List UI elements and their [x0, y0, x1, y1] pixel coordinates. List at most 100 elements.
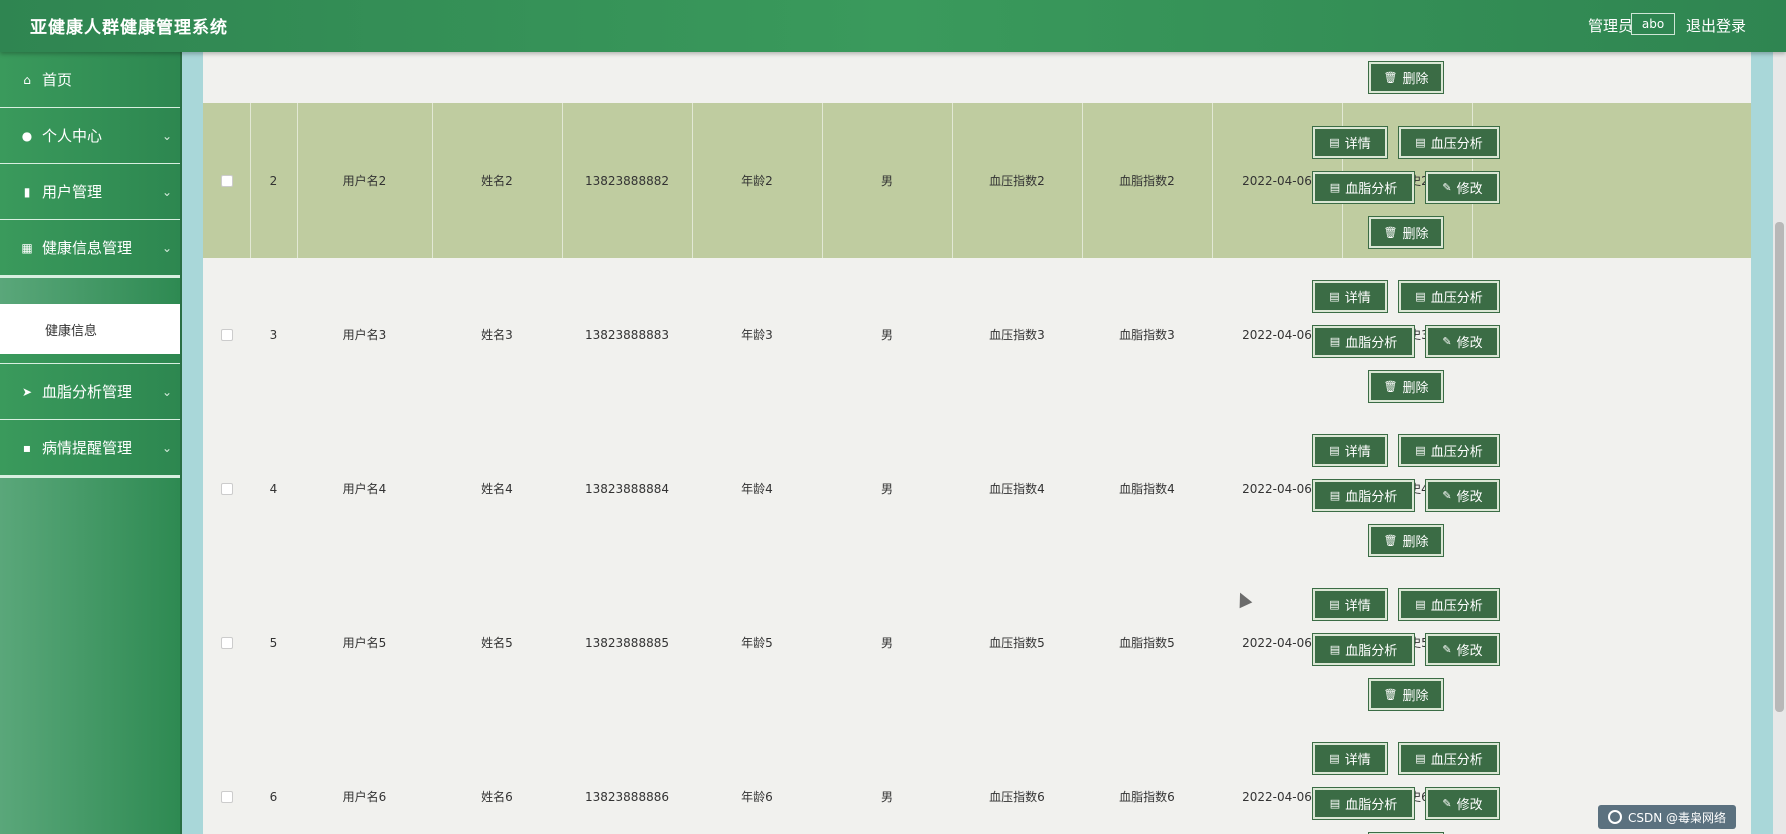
- document-icon: ▤: [1329, 643, 1341, 656]
- row-checkbox[interactable]: [220, 636, 233, 649]
- cell-id: 6: [269, 789, 278, 804]
- cell-age: 年龄4: [741, 482, 773, 496]
- button-label: 详情: [1344, 137, 1371, 152]
- cell-gender: 男: [880, 482, 893, 496]
- logout-link[interactable]: 退出登录: [1686, 15, 1746, 36]
- button-label: 血压分析: [1430, 445, 1483, 460]
- cell-phone: 13823888884: [585, 481, 669, 496]
- button-label: 血脂分析: [1345, 336, 1398, 351]
- button-label: 删除: [1402, 381, 1429, 396]
- delete-button[interactable]: 🗑 删除: [1369, 679, 1443, 710]
- edit-icon: ✎: [1442, 643, 1452, 656]
- bp-analysis-button[interactable]: ▤ 血压分析: [1399, 281, 1499, 312]
- delete-button[interactable]: 🗑 删除: [1369, 62, 1443, 93]
- sidebar-item-user-management[interactable]: ▮ 用户管理 ⌄: [0, 164, 180, 222]
- sidebar-item-label: 血脂分析管理: [42, 383, 133, 401]
- button-label: 详情: [1344, 599, 1371, 614]
- cell-lipid-index: 血脂指数2: [1119, 174, 1175, 188]
- document-icon: ▤: [1329, 181, 1341, 194]
- document-icon: ▤: [1329, 444, 1340, 457]
- lipid-analysis-button[interactable]: ▤ 血脂分析: [1313, 634, 1414, 665]
- button-label: 血脂分析: [1345, 644, 1398, 659]
- document-icon: ▤: [1415, 444, 1426, 457]
- document-icon: ▤: [1415, 136, 1426, 149]
- edit-button[interactable]: ✎ 修改: [1426, 634, 1499, 665]
- detail-button[interactable]: ▤ 详情: [1313, 743, 1387, 774]
- delete-button[interactable]: 🗑 删除: [1369, 371, 1443, 402]
- user-icon: ●: [21, 128, 33, 143]
- button-label: 血脂分析: [1345, 182, 1398, 197]
- button-label: 血压分析: [1430, 599, 1483, 614]
- lipid-analysis-button[interactable]: ▤ 血脂分析: [1313, 480, 1414, 511]
- sidebar-item-label: 健康信息管理: [42, 239, 133, 257]
- cell-phone: 13823888883: [585, 327, 669, 342]
- username-badge[interactable]: abo: [1631, 13, 1675, 35]
- sidebar-item-home[interactable]: ⌂ 首页: [0, 52, 180, 110]
- edit-button[interactable]: ✎ 修改: [1426, 788, 1499, 819]
- chevron-down-icon: ⌄: [161, 385, 172, 399]
- chevron-down-icon: ⌄: [161, 129, 172, 143]
- button-label: 修改: [1456, 336, 1483, 351]
- user-role: 管理员: [1588, 17, 1634, 35]
- edit-icon: ✎: [1442, 797, 1452, 810]
- checkbox-cell: [203, 565, 250, 720]
- sidebar-item-lipid-analysis-management[interactable]: ➤ 血脂分析管理 ⌄: [0, 364, 180, 422]
- row-checkbox[interactable]: [220, 790, 233, 803]
- row-checkbox[interactable]: [220, 328, 233, 341]
- data-table: 1用户名1姓名113823888881年龄1男血压指数1血脂指数12022-04…: [203, 0, 1751, 834]
- cell-name: 姓名2: [481, 174, 513, 188]
- document-icon: ▤: [1415, 598, 1426, 611]
- edit-button[interactable]: ✎ 修改: [1426, 326, 1499, 357]
- document-icon: ▤: [1415, 290, 1426, 303]
- table-row: 2 用户名2 姓名2 13823888882 年龄2 男血压指数2 血脂指数2 2022-04…: [203, 103, 1751, 258]
- cell-phone: 13823888886: [585, 789, 669, 804]
- cell-bp-index: 血压指数2: [989, 174, 1045, 188]
- sidebar-item-health-info-management[interactable]: ▦ 健康信息管理 ⌄: [0, 220, 180, 278]
- checkbox-cell: [203, 719, 250, 834]
- cell-id: 3: [269, 327, 278, 342]
- edit-button[interactable]: ✎ 修改: [1426, 172, 1499, 203]
- detail-button[interactable]: ▤ 详情: [1313, 435, 1387, 466]
- lipid-analysis-button[interactable]: ▤ 血脂分析: [1313, 326, 1414, 357]
- edit-button[interactable]: ✎ 修改: [1426, 480, 1499, 511]
- home-icon: ⌂: [23, 72, 31, 87]
- button-label: 删除: [1402, 535, 1429, 550]
- delete-button[interactable]: 🗑 删除: [1369, 217, 1443, 248]
- sidebar-item-personal-center[interactable]: ● 个人中心 ⌄: [0, 108, 180, 166]
- cell-id: 5: [269, 635, 278, 650]
- row-checkbox[interactable]: [220, 482, 233, 495]
- cell-username: 用户名5: [342, 636, 387, 650]
- table-row: 5 用户名5 姓名5 13823888885 年龄5 男血压指数5 血脂指数5 2022-04…: [203, 565, 1751, 720]
- bp-analysis-button[interactable]: ▤ 血压分析: [1399, 743, 1499, 774]
- button-label: 血脂分析: [1345, 490, 1398, 505]
- cell-name: 姓名6: [481, 790, 513, 804]
- cell-bp-index: 血压指数4: [989, 482, 1045, 496]
- delete-button[interactable]: 🗑 删除: [1369, 525, 1443, 556]
- top-header: 亚健康人群健康管理系统 管理员 abo 退出登录: [0, 0, 1786, 52]
- watermark-text: CSDN @毒枭网络: [1628, 810, 1727, 825]
- cell-bp-index: 血压指数6: [989, 790, 1045, 804]
- bp-analysis-button[interactable]: ▤ 血压分析: [1399, 127, 1499, 158]
- cell-phone: 13823888885: [585, 635, 669, 650]
- scroll-thumb[interactable]: [1775, 222, 1784, 712]
- button-label: 血压分析: [1430, 137, 1483, 152]
- detail-button[interactable]: ▤ 详情: [1313, 281, 1387, 312]
- cell-age: 年龄5: [741, 636, 773, 650]
- lipid-analysis-button[interactable]: ▤ 血脂分析: [1313, 788, 1414, 819]
- checkbox-cell: [203, 257, 250, 412]
- document-icon: ▤: [1329, 752, 1340, 765]
- sidebar: ⌂首页●个人中心⌄▮用户管理⌄▦健康信息管理⌄✂血压分析管理⌄➤血脂分析管理⌄▪…: [0, 52, 182, 834]
- bp-analysis-button[interactable]: ▤ 血压分析: [1399, 589, 1499, 620]
- button-label: 删除: [1402, 72, 1429, 87]
- lipid-analysis-button[interactable]: ▤ 血脂分析: [1313, 172, 1414, 203]
- sidebar-item-label: 个人中心: [42, 127, 103, 145]
- scrollbar[interactable]: [1773, 52, 1786, 834]
- bp-analysis-button[interactable]: ▤ 血压分析: [1399, 435, 1499, 466]
- detail-button[interactable]: ▤ 详情: [1313, 127, 1387, 158]
- row-checkbox[interactable]: [220, 174, 233, 187]
- sidebar-subitem-health-info[interactable]: 健康信息: [0, 304, 180, 354]
- cell-lipid-index: 血脂指数5: [1119, 636, 1175, 650]
- detail-button[interactable]: ▤ 详情: [1313, 589, 1387, 620]
- cell-bp-index: 血压指数5: [989, 636, 1045, 650]
- sidebar-item-reminder-management[interactable]: ▪ 病情提醒管理 ⌄: [0, 420, 180, 478]
